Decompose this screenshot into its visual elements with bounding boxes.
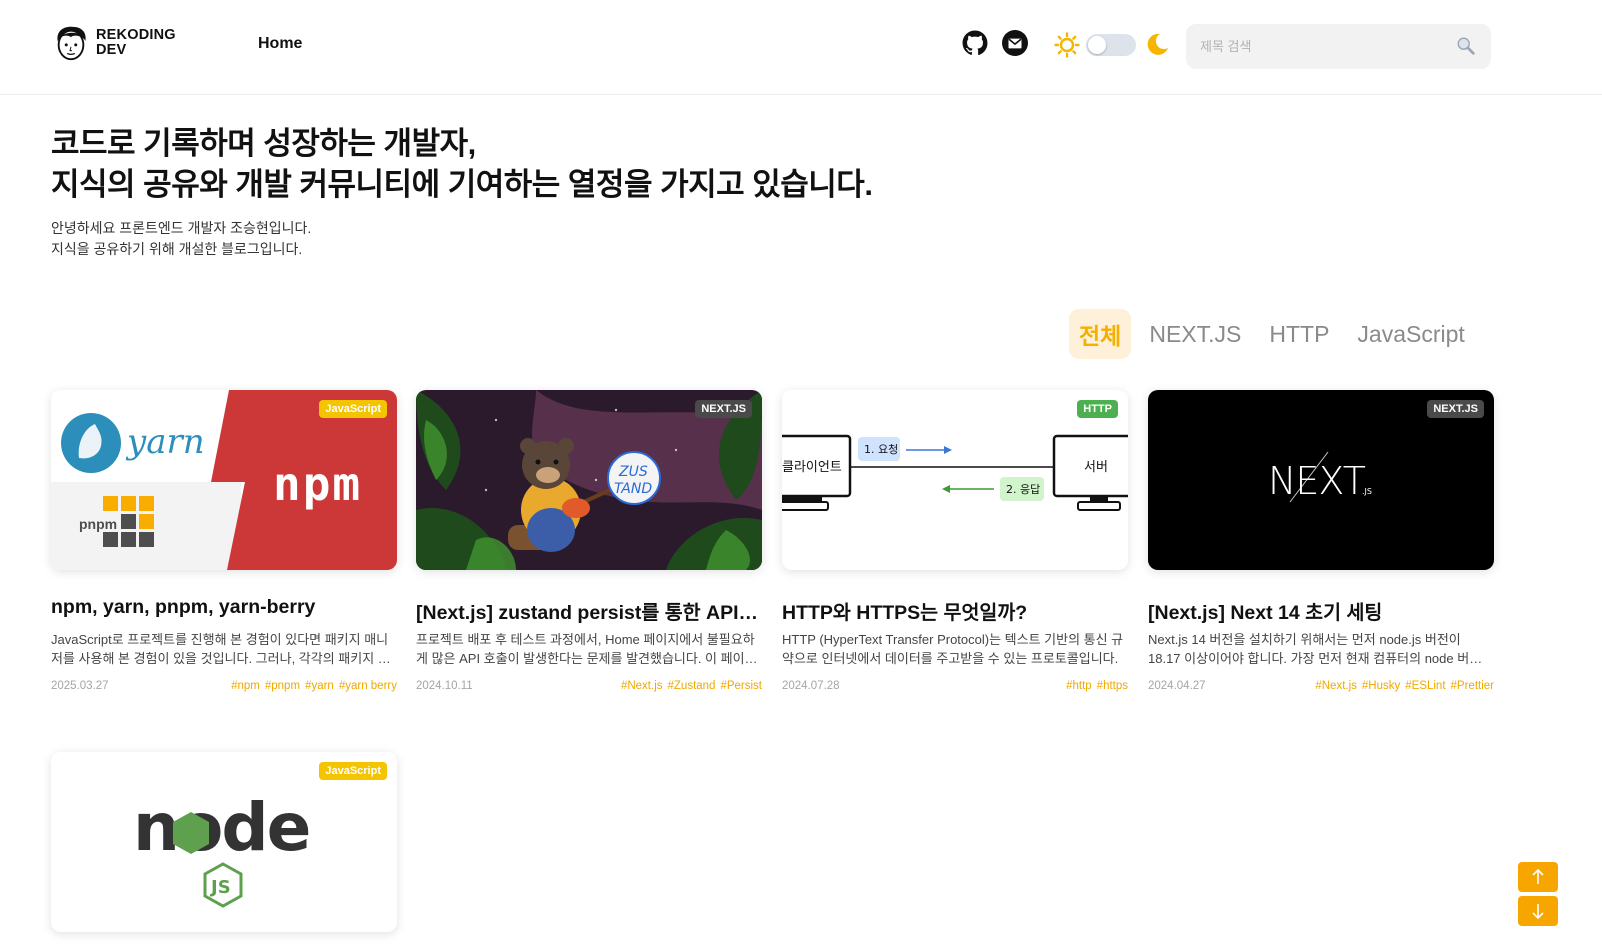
- tab-javascript[interactable]: JavaScript: [1347, 313, 1474, 356]
- post-meta: 2025.03.27 #npm #pnpm #yarn #yarn berry: [51, 680, 397, 692]
- post-tag[interactable]: #yarn berry: [339, 680, 397, 692]
- scroll-to-bottom-button[interactable]: [1518, 896, 1558, 926]
- moon-icon[interactable]: [1144, 31, 1170, 57]
- server-label: 서버: [1084, 460, 1108, 475]
- zustand-logo-line1: ZUS: [618, 464, 648, 480]
- post-thumbnail: 클라이언트 서버 1. 요청 2. 응답 HTTP: [782, 390, 1128, 570]
- hero-subtitle: 안녕하세요 프론트엔드 개발자 조승현입니다. 지식을 공유하기 위해 개설한 …: [51, 218, 311, 260]
- post-tag[interactable]: #https: [1097, 680, 1128, 692]
- sun-icon[interactable]: [1054, 32, 1080, 58]
- http-diagram-image: 클라이언트 서버 1. 요청 2. 응답: [782, 390, 1128, 570]
- hero-title: 코드로 기록하며 성장하는 개발자, 지식의 공유와 개발 커뮤니티에 기여하는…: [51, 123, 873, 205]
- nextjs-logo-text: NEXT: [1268, 459, 1366, 503]
- post-tag[interactable]: #yarn: [305, 680, 334, 692]
- nav-home-link[interactable]: Home: [258, 35, 302, 53]
- response-label: 2. 응답: [1006, 483, 1040, 496]
- post-date: 2024.10.11: [416, 680, 473, 692]
- request-label: 1. 요청: [864, 443, 898, 456]
- category-badge: HTTP: [1077, 400, 1118, 418]
- post-tag[interactable]: #Prettier: [1451, 680, 1494, 692]
- post-excerpt: JavaScript로 프로젝트를 진행해 본 경험이 있다면 패키지 매니저를…: [51, 632, 390, 666]
- post-tag[interactable]: #pnpm: [265, 680, 300, 692]
- post-date: 2025.03.27: [51, 680, 109, 692]
- pnpm-logo-text: pnpm: [79, 516, 117, 532]
- client-label: 클라이언트: [782, 460, 842, 475]
- post-meta: 2024.10.11 #Next.js #Zustand #Persist: [416, 680, 762, 692]
- post-title[interactable]: [Next.js] Next 14 초기 세팅: [1148, 596, 1494, 625]
- post-meta: 2024.04.27 #Next.js #Husky #ESLint #Pret…: [1148, 680, 1494, 692]
- search-icon[interactable]: [1455, 35, 1477, 57]
- post-thumbnail: NEXT .JS NEXT.JS: [1148, 390, 1494, 570]
- post-date: 2024.07.28: [782, 680, 840, 692]
- post-title[interactable]: HTTP와 HTTPS는 무엇일까?: [782, 596, 1128, 625]
- post-tags: #http #https: [1066, 680, 1128, 692]
- post-card[interactable]: NEXT .JS NEXT.JS [Next.js] Next 14 초기 세팅…: [1148, 390, 1494, 692]
- tab-http[interactable]: HTTP: [1259, 313, 1339, 356]
- post-date: 2024.04.27: [1148, 680, 1206, 692]
- post-tag[interactable]: #Next.js: [621, 680, 663, 692]
- post-card[interactable]: yarn npm pnpm JavaScript npm, yarn, pnpm…: [51, 390, 397, 692]
- post-tag[interactable]: #Zustand: [668, 680, 716, 692]
- post-excerpt: HTTP (HyperText Transfer Protocol)는 텍스트 …: [782, 632, 1124, 666]
- arrow-up-icon: [1532, 868, 1544, 884]
- post-tag[interactable]: #Next.js: [1315, 680, 1357, 692]
- category-badge: NEXT.JS: [695, 400, 752, 418]
- category-badge: NEXT.JS: [1427, 400, 1484, 418]
- post-thumbnail: yarn npm pnpm JavaScript: [51, 390, 397, 570]
- logo-face-icon: [57, 26, 86, 61]
- post-tags: #Next.js #Zustand #Persist: [621, 680, 762, 692]
- logo-line2: DEV: [96, 42, 127, 58]
- logo[interactable]: REKODING DEV: [52, 24, 176, 62]
- category-badge: JavaScript: [319, 762, 387, 780]
- tab-nextjs[interactable]: NEXT.JS: [1139, 313, 1251, 356]
- post-title[interactable]: [Next.js] zustand persist를 통한 API 호출 최적화: [416, 596, 762, 625]
- yarn-logo-text: yarn: [125, 422, 205, 462]
- post-excerpt: 프로젝트 배포 후 테스트 과정에서, Home 페이지에서 불필요하게 많은 …: [416, 632, 757, 666]
- post-title[interactable]: npm, yarn, pnpm, yarn-berry: [51, 596, 397, 619]
- post-tags: #npm #pnpm #yarn #yarn berry: [231, 680, 397, 692]
- post-thumbnail: ZUS TAND NEXT.JS: [416, 390, 762, 570]
- post-card[interactable]: node JS JavaScript: [51, 752, 397, 932]
- post-tag[interactable]: #Husky: [1362, 680, 1400, 692]
- logo-text: REKODING DEV: [96, 28, 176, 58]
- site-header: REKODING DEV Home: [0, 0, 1602, 95]
- hero-sub-line1: 안녕하세요 프론트엔드 개발자 조승현입니다.: [51, 220, 312, 236]
- mail-icon[interactable]: [1002, 30, 1028, 56]
- github-icon[interactable]: [962, 30, 988, 56]
- theme-toggle-knob: [1088, 36, 1106, 54]
- post-tag[interactable]: #ESLint: [1405, 680, 1445, 692]
- hero-sub-line2: 지식을 공유하기 위해 개설한 블로그입니다.: [51, 241, 303, 257]
- post-thumbnail: node JS JavaScript: [51, 752, 397, 932]
- search-input[interactable]: [1186, 24, 1491, 69]
- post-tag[interactable]: #npm: [231, 680, 260, 692]
- category-tabs: 전체 NEXT.JS HTTP JavaScript: [1069, 309, 1475, 359]
- npm-logo-text: npm: [273, 457, 362, 511]
- scroll-to-top-button[interactable]: [1518, 862, 1558, 892]
- post-tags: #Next.js #Husky #ESLint #Prettier: [1315, 680, 1494, 692]
- search-box: [1186, 24, 1491, 69]
- nodejs-logo-text: node: [133, 789, 309, 866]
- hero-title-line2: 지식의 공유와 개발 커뮤니티에 기여하는 열정을 가지고 있습니다.: [51, 167, 873, 202]
- post-card[interactable]: ZUS TAND NEXT.JS [Next.js] zustand persi…: [416, 390, 762, 692]
- category-badge: JavaScript: [319, 400, 387, 418]
- theme-toggle[interactable]: [1086, 34, 1136, 56]
- zustand-logo-line2: TAND: [614, 481, 652, 497]
- nodejs-logo-suffix: JS: [209, 877, 231, 898]
- logo-line1: REKODING: [96, 27, 176, 43]
- post-meta: 2024.07.28 #http #https: [782, 680, 1128, 692]
- post-card[interactable]: 클라이언트 서버 1. 요청 2. 응답 HTTP HTTP와 HTTPS는 무…: [782, 390, 1128, 692]
- post-excerpt: Next.js 14 버전을 설치하기 위해서는 먼저 node.js 버전이 …: [1148, 632, 1494, 666]
- nextjs-logo-suffix: .JS: [1362, 487, 1372, 496]
- post-tag[interactable]: #Persist: [720, 680, 762, 692]
- arrow-down-icon: [1532, 904, 1544, 920]
- tab-all[interactable]: 전체: [1069, 309, 1132, 359]
- post-tag[interactable]: #http: [1066, 680, 1092, 692]
- hero-title-line1: 코드로 기록하며 성장하는 개발자,: [51, 126, 476, 161]
